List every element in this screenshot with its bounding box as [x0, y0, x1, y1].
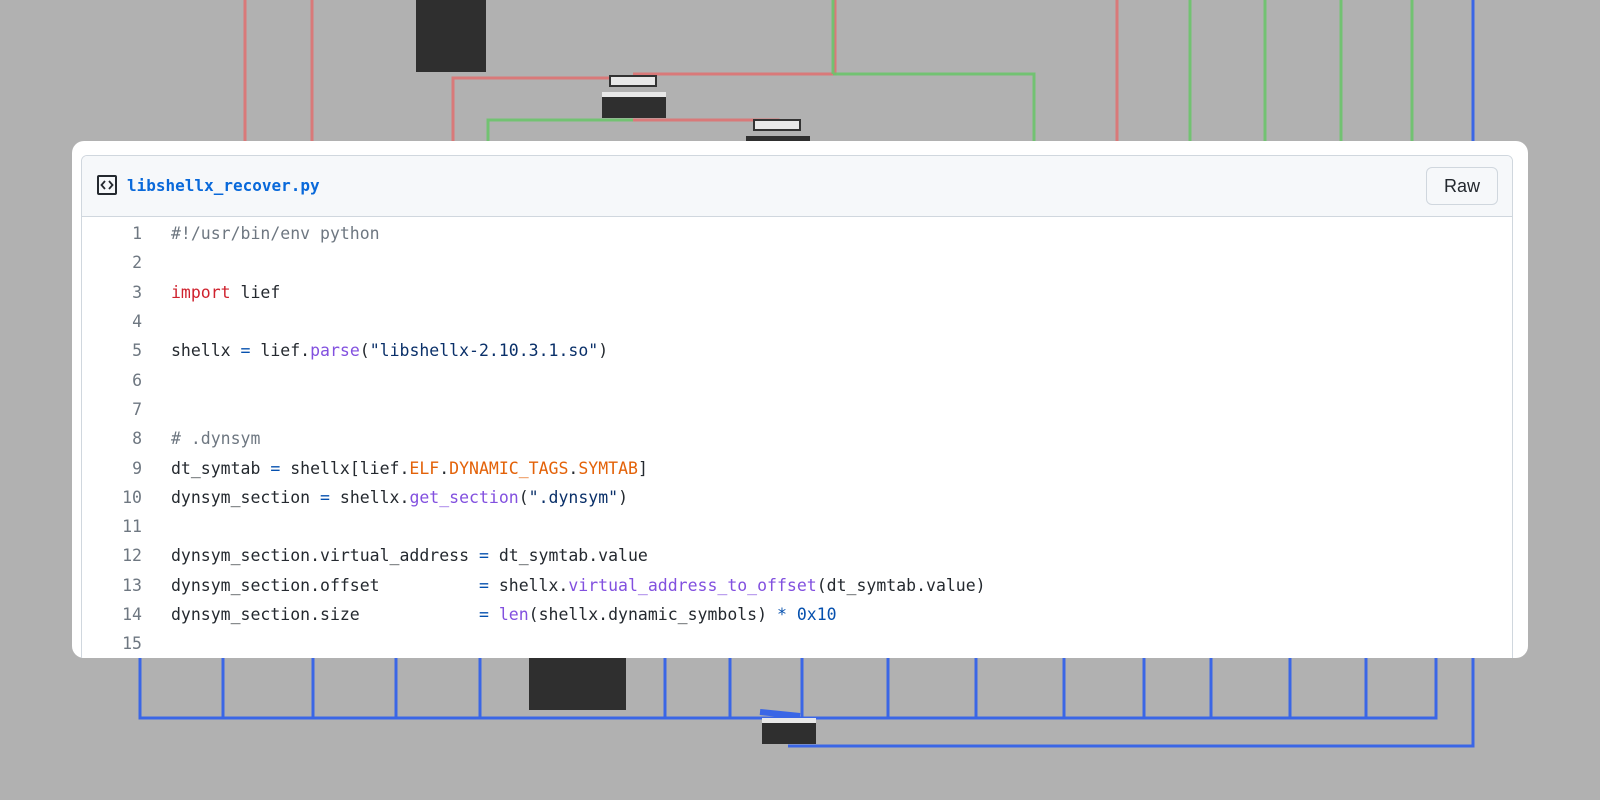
- code-token: =: [240, 341, 251, 361]
- line-number[interactable]: 11: [82, 517, 142, 536]
- code-line: 5 shellx = lief.parse("libshellx-2.10.3.1…: [82, 336, 1512, 365]
- code-token: virtual_address_to_offset: [568, 575, 817, 595]
- code-token: ): [598, 341, 609, 361]
- code-text: import lief: [171, 283, 280, 302]
- code-token: get_section: [409, 487, 519, 507]
- code-token: parse: [310, 341, 360, 361]
- code-text: dynsym_section.virtual_address = dt_symt…: [171, 546, 648, 565]
- code-text: shellx = lief.parse("libshellx-2.10.3.1.…: [171, 341, 608, 360]
- code-text: # .dynsym: [171, 429, 260, 448]
- gist-embed: libshellx_recover.py Raw 1 #!/usr/bin/env…: [72, 141, 1528, 658]
- code-token: shellx: [171, 341, 241, 361]
- line-number[interactable]: 7: [82, 400, 142, 419]
- code-token: import: [171, 282, 231, 302]
- code-token: .: [439, 458, 450, 478]
- code-line: 12 dynsym_section.virtual_address = dt_sy…: [82, 541, 1512, 570]
- code-line: 4: [82, 307, 1512, 336]
- line-number[interactable]: 15: [82, 634, 142, 653]
- code-text: dynsym_section.size = len(shellx.dynamic…: [171, 605, 837, 624]
- code-line: 3 import lief: [82, 278, 1512, 307]
- code-token: dynsym_section.virtual_address: [171, 546, 479, 566]
- code-token: =: [320, 487, 330, 507]
- code-token: ): [618, 487, 628, 507]
- line-number[interactable]: 10: [82, 488, 142, 507]
- raw-button[interactable]: Raw: [1426, 167, 1498, 205]
- code-line: 2: [82, 248, 1512, 277]
- code-line: 7: [82, 395, 1512, 424]
- code-token: 0x10: [796, 605, 837, 624]
- code-token: "libshellx-2.10.3.1.so": [369, 341, 599, 361]
- code-brackets-icon: [100, 180, 114, 190]
- code-token: len: [498, 605, 529, 624]
- code-listing: 1 #!/usr/bin/env python 2 3 import lief 4 5 she…: [82, 217, 1512, 658]
- code-line: 9 dt_symtab = shellx[lief.ELF.DYNAMIC_TAG…: [82, 453, 1512, 482]
- code-token: .: [568, 458, 579, 478]
- line-number[interactable]: 13: [82, 576, 142, 595]
- code-line: 1 #!/usr/bin/env python: [82, 219, 1512, 248]
- code-token: ELF: [409, 458, 440, 478]
- code-token: =: [478, 546, 489, 566]
- code-token: DYNAMIC_TAGS: [449, 458, 569, 478]
- code-token: shellx.: [488, 575, 569, 595]
- code-line: 6: [82, 365, 1512, 394]
- code-token: dynsym_section: [171, 487, 321, 507]
- code-line: 11: [82, 512, 1512, 541]
- code-line: 10 dynsym_section = shellx.get_section(".…: [82, 483, 1512, 512]
- code-token: (dt_symtab.value): [816, 575, 986, 595]
- line-number[interactable]: 4: [82, 312, 142, 331]
- code-token: (shellx.dynamic_symbols): [528, 605, 777, 624]
- line-number[interactable]: 12: [82, 546, 142, 565]
- code-token: dt_symtab: [171, 458, 271, 478]
- code-token: shellx[lief.: [280, 458, 410, 478]
- code-line: 15: [82, 629, 1512, 658]
- line-number[interactable]: 1: [82, 224, 142, 243]
- code-token: dynsym_section.offset: [171, 575, 479, 595]
- line-number[interactable]: 6: [82, 371, 142, 390]
- code-token: shellx.: [329, 487, 410, 507]
- code-token: SYMTAB: [578, 458, 638, 478]
- code-line: 14 dynsym_section.size = len(shellx.dynam…: [82, 600, 1512, 629]
- code-file-icon: [97, 175, 117, 195]
- code-text: dynsym_section.offset = shellx.virtual_a…: [171, 576, 986, 595]
- code-token: # .dynsym: [171, 429, 261, 449]
- line-number[interactable]: 5: [82, 341, 142, 360]
- file-name-link[interactable]: libshellx_recover.py: [127, 175, 320, 197]
- code-token: #!/usr/bin/env python: [171, 224, 380, 244]
- code-token: lief: [230, 282, 281, 302]
- code-token: (: [518, 487, 529, 507]
- code-text: dt_symtab = shellx[lief.ELF.DYNAMIC_TAGS…: [171, 459, 648, 478]
- code-line: 8 # .dynsym: [82, 424, 1512, 453]
- file-header: libshellx_recover.py Raw: [82, 156, 1512, 217]
- code-token: (: [359, 341, 370, 361]
- code-token: lief.: [250, 341, 311, 361]
- line-number[interactable]: 8: [82, 429, 142, 448]
- code-token: *: [777, 605, 787, 624]
- code-text: #!/usr/bin/env python: [171, 224, 380, 243]
- code-token: =: [270, 458, 281, 478]
- line-number[interactable]: 14: [82, 605, 142, 624]
- code-line: 13 dynsym_section.offset = shellx.virtual…: [82, 571, 1512, 600]
- line-number[interactable]: 3: [82, 283, 142, 302]
- code-token: dynsym_section.size: [171, 605, 479, 624]
- code-token: ]: [637, 458, 648, 478]
- line-number[interactable]: 9: [82, 459, 142, 478]
- line-number[interactable]: 2: [82, 253, 142, 272]
- code-text: dynsym_section = shellx.get_section(".dy…: [171, 488, 628, 507]
- code-token: =: [478, 575, 489, 595]
- code-token: ".dynsym": [528, 487, 619, 507]
- code-token: =: [478, 605, 489, 624]
- code-file-panel: libshellx_recover.py Raw 1 #!/usr/bin/env…: [81, 155, 1513, 658]
- code-token: dt_symtab.value: [488, 546, 648, 566]
